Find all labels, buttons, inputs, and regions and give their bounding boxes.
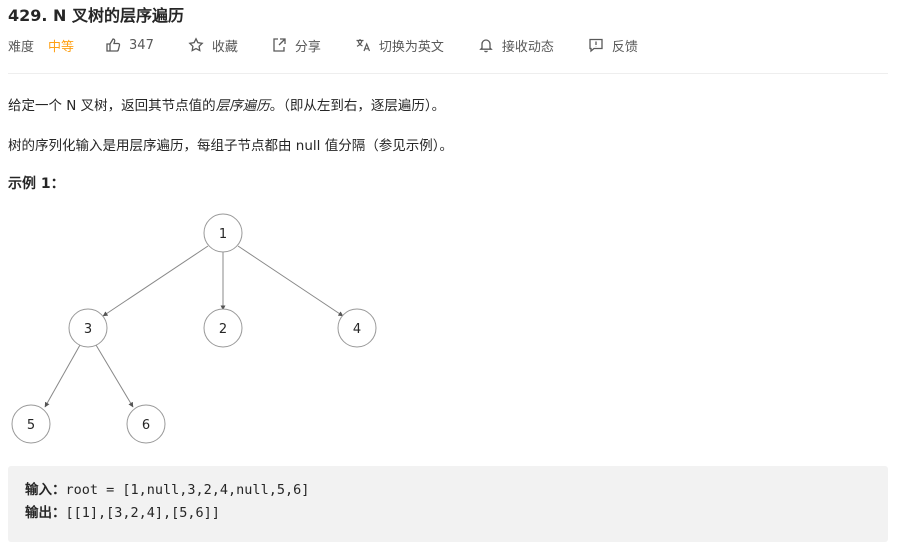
description-paragraph-2: 树的序列化输入是用层序遍历，每组子节点都由 null 值分隔（参见示例）。: [8, 138, 453, 154]
problem-meta-bar: 难度 中等 347 收藏 分享 切换为英文 接收动态 反馈: [8, 34, 638, 56]
tree-node-label: 5: [27, 418, 35, 433]
page-title: 429. N 叉树的层序遍历: [8, 6, 185, 25]
tree-node-label: 2: [219, 322, 227, 337]
feedback-icon: [589, 38, 603, 53]
description-text: 。（即从左到右，逐层遍历）。: [269, 98, 446, 114]
input-label: 输入：: [25, 482, 66, 498]
share-icon: [273, 38, 286, 52]
problem-page: 429. N 叉树的层序遍历 难度 中等 347 收藏 分享 切换为英文 接收动…: [0, 0, 898, 549]
tree-edge: [102, 245, 209, 317]
difficulty-label: 难度: [8, 39, 35, 55]
header-divider: [8, 73, 888, 74]
example-title: 示例 1：: [8, 176, 65, 192]
feedback-label: 反馈: [611, 39, 638, 55]
translate-icon: [356, 39, 370, 52]
output-value: [[1],[3,2,4],[5,6]]: [65, 505, 220, 521]
like-button[interactable]: 347: [105, 37, 154, 53]
tree-node-label: 1: [219, 227, 227, 242]
share-label: 分享: [294, 39, 321, 55]
description-emphasis: 层序遍历: [215, 98, 270, 114]
star-icon: [188, 37, 204, 52]
input-value: root = [1,null,3,2,4,null,5,6]: [65, 482, 310, 498]
switch-language-button[interactable]: 切换为英文: [355, 36, 444, 55]
description-paragraph-1: 给定一个 N 叉树，返回其节点值的层序遍历。（即从左到右，逐层遍历）。: [8, 94, 445, 114]
example-output-line: 输出：[[1],[3,2,4],[5,6]]: [25, 502, 871, 525]
favorite-label: 收藏: [211, 39, 238, 55]
example-code-block: 输入：root = [1,null,3,2,4,null,5,6] 输出：[[1…: [8, 466, 888, 542]
notify-button[interactable]: 接收动态: [478, 36, 554, 55]
tree-node-label: 6: [142, 418, 150, 433]
tree-edge: [95, 344, 134, 408]
language-label: 切换为英文: [378, 39, 444, 55]
favorite-button[interactable]: 收藏: [188, 36, 238, 55]
like-count: 347: [129, 37, 154, 53]
tree-edge: [44, 344, 81, 408]
difficulty-value: 中等: [48, 39, 75, 55]
output-label: 输出：: [25, 505, 66, 521]
share-button[interactable]: 分享: [271, 36, 321, 55]
example-input-line: 输入：root = [1,null,3,2,4,null,5,6]: [25, 479, 871, 502]
feedback-button[interactable]: 反馈: [588, 36, 638, 55]
tree-node-label: 3: [84, 322, 92, 337]
n-ary-tree-diagram: 1 3 2 4 5 6: [11, 213, 377, 444]
tree-edge: [237, 245, 344, 317]
bell-icon: [479, 39, 493, 53]
notify-label: 接收动态: [501, 39, 554, 55]
description-text: 给定一个 N 叉树，返回其节点值的: [8, 98, 216, 114]
thumbs-up-icon: [106, 38, 121, 52]
tree-node-label: 4: [353, 322, 361, 337]
